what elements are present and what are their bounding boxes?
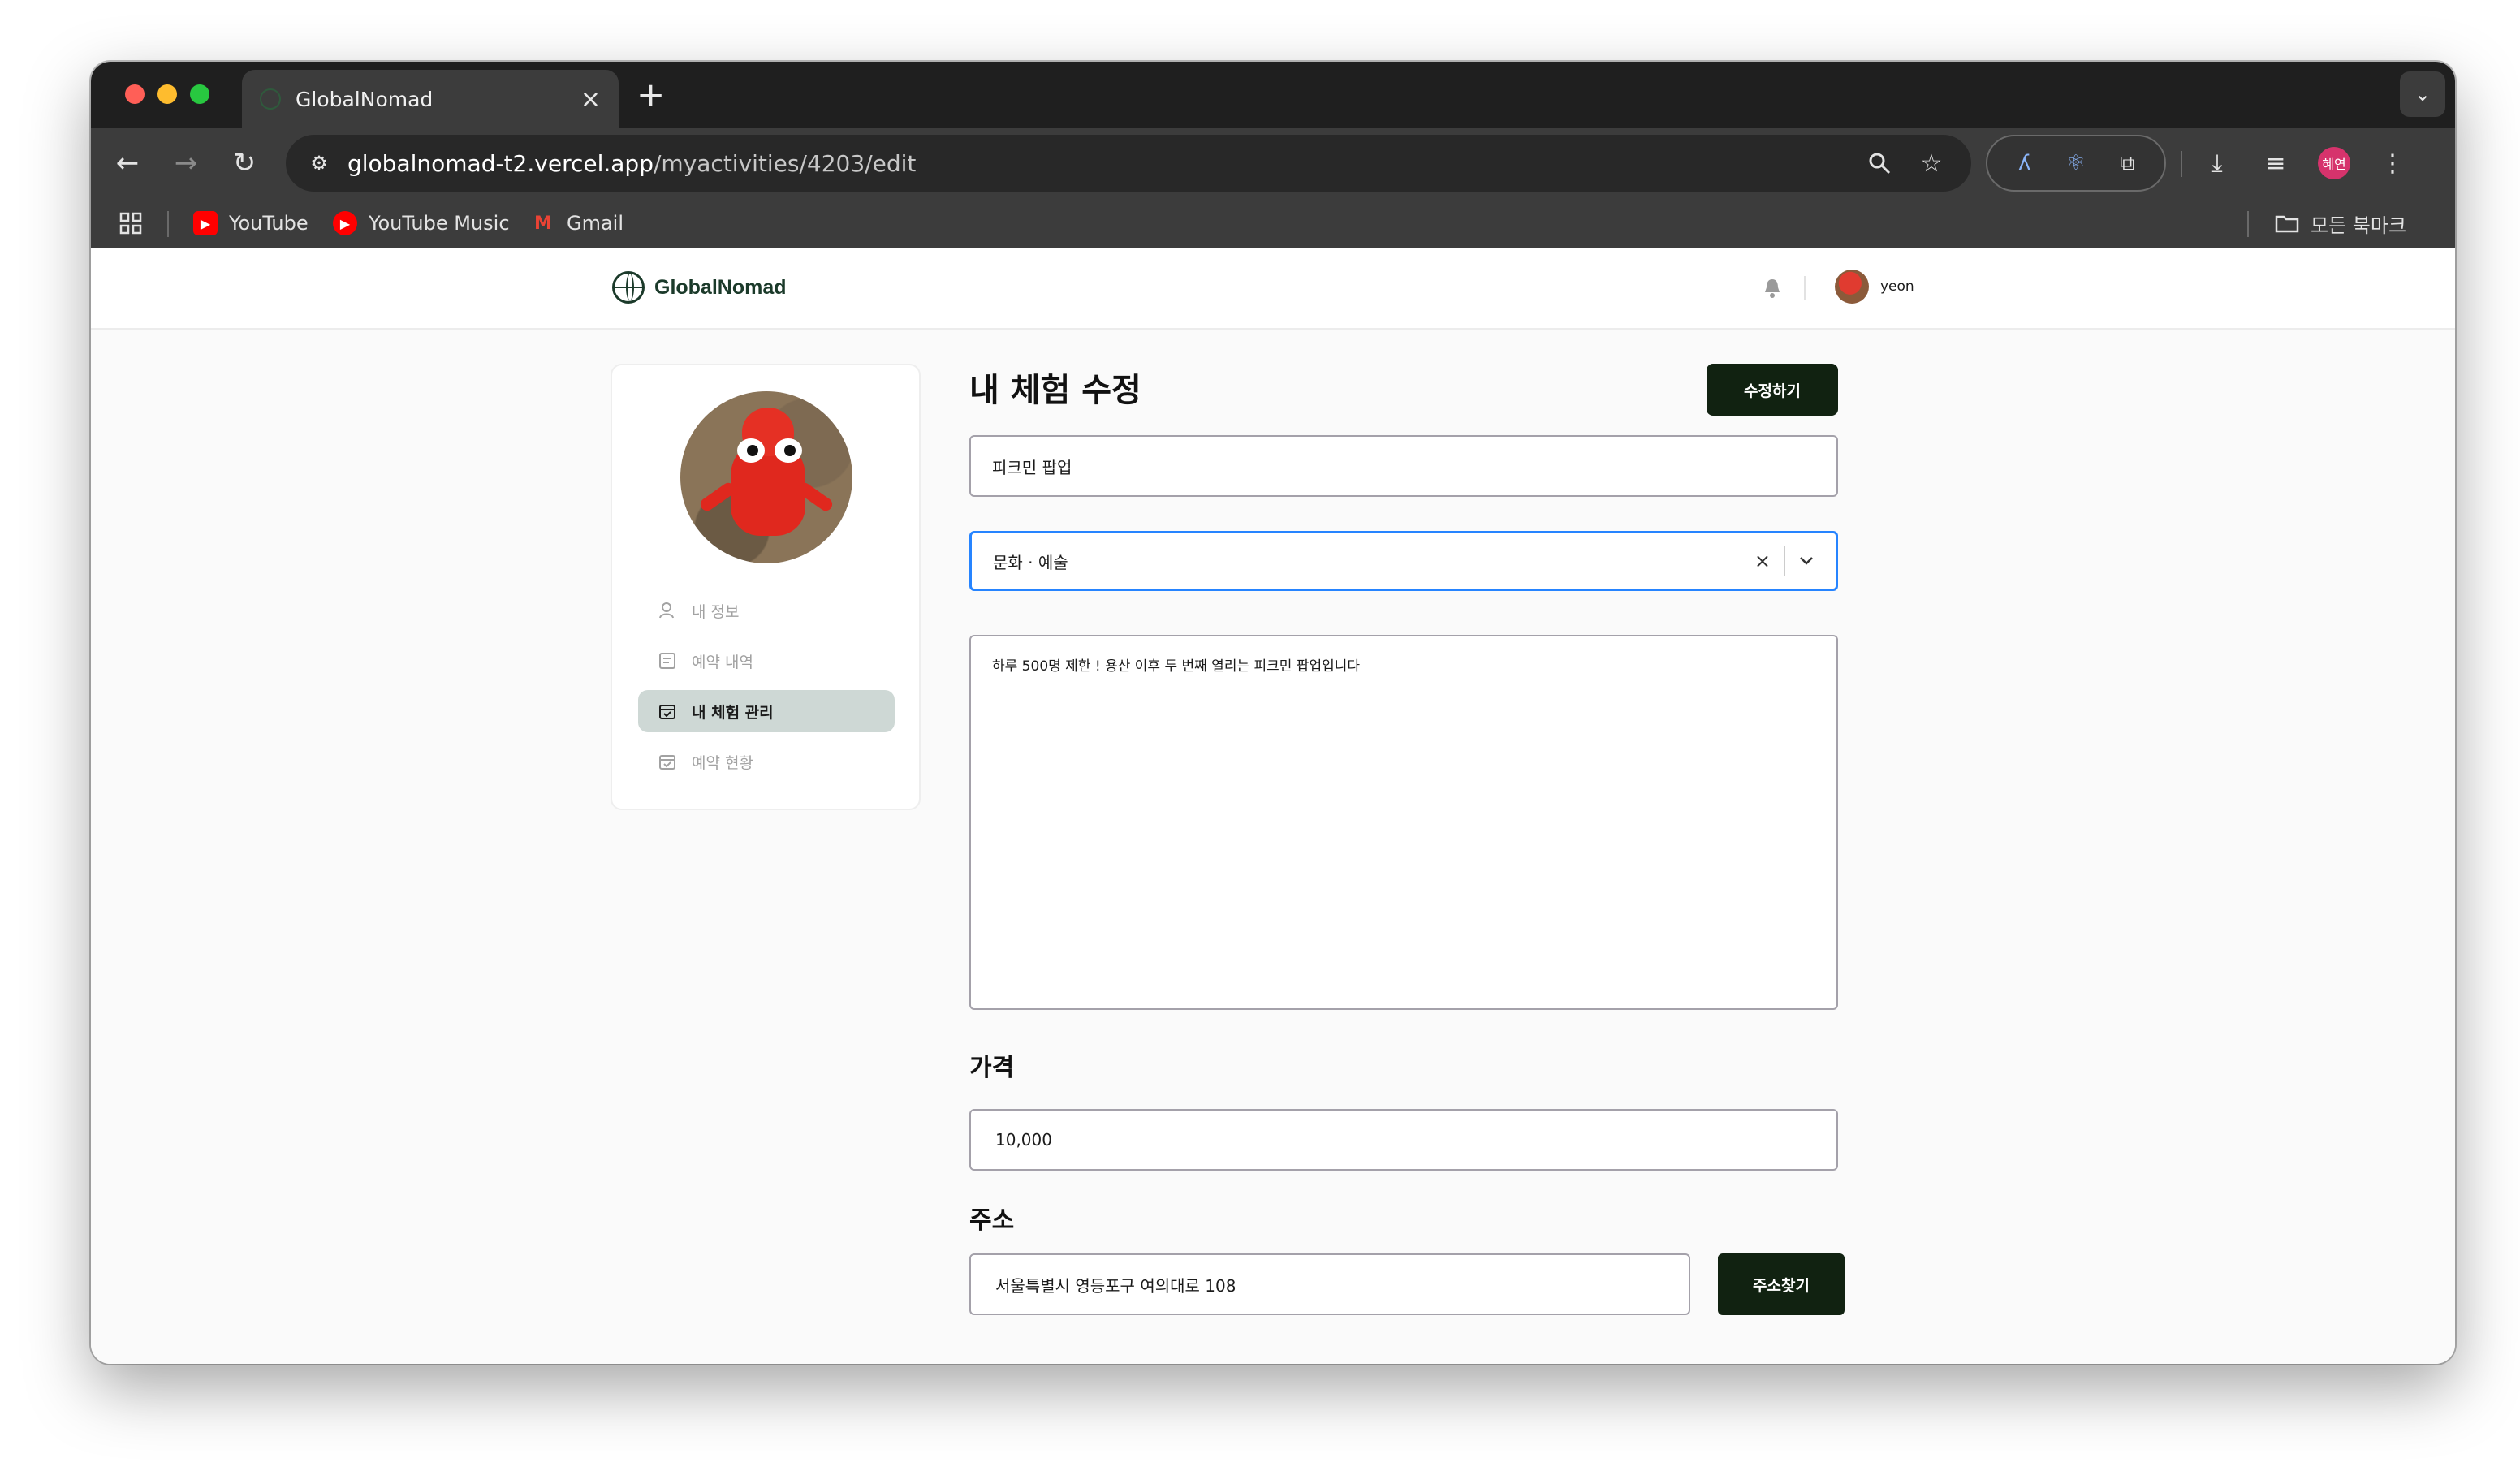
tab-search-button[interactable]: ⌄ [2400, 71, 2445, 117]
bookmark-label: YouTube [229, 212, 309, 235]
reload-icon[interactable]: ↻ [224, 143, 265, 183]
toolbar-divider [2181, 151, 2182, 177]
logo-text: GlobalNomad [654, 275, 787, 299]
maximize-window-button[interactable] [190, 84, 209, 104]
pikmin-eye-left [737, 438, 765, 463]
notification-bell-icon[interactable] [1760, 276, 1784, 300]
bookmark-gmail[interactable]: M Gmail [531, 208, 624, 239]
browser-window: GlobalNomad × + ⌄ ← → ↻ ⚙ globalnomad-t2… [91, 62, 2455, 1364]
url-path: /myactivities/4203/edit [653, 149, 917, 177]
browser-tab[interactable]: GlobalNomad × [242, 70, 619, 128]
chevron-down-icon[interactable] [1798, 551, 1814, 572]
extensions-puzzle-icon[interactable]: ⧉ [2108, 145, 2146, 182]
bookmark-youtube-music[interactable]: ▶ YouTube Music [333, 208, 510, 239]
category-selected-value: 문화 · 예술 [993, 552, 1068, 572]
zoom-icon[interactable] [1859, 143, 1900, 183]
youtube-icon: ▶ [193, 211, 218, 235]
site-logo[interactable]: GlobalNomad [612, 271, 787, 304]
sidebar-item-my-info[interactable]: 내 정보 [638, 589, 895, 632]
select-divider [1784, 546, 1785, 576]
extension-icon[interactable]: ʎ [2006, 145, 2043, 182]
list-icon [658, 651, 677, 671]
all-bookmarks-label: 모든 북마크 [2311, 214, 2407, 237]
activity-title-input[interactable]: 피크민 팝업 [969, 435, 1838, 497]
url-text[interactable]: globalnomad-t2.vercel.app/myactivities/4… [347, 150, 1848, 177]
apps-grid-icon[interactable] [119, 208, 143, 239]
price-input[interactable]: 10,000 [969, 1109, 1838, 1171]
sidebar-item-label: 예약 현황 [692, 753, 753, 772]
user-icon [658, 601, 677, 620]
browser-toolbar: ← → ↻ ⚙ globalnomad-t2.vercel.app/myacti… [91, 128, 2455, 198]
bookmark-star-icon[interactable]: ☆ [1911, 143, 1952, 183]
globe-logo-icon [612, 271, 645, 304]
price-label: 가격 [969, 1054, 1015, 1082]
bookmark-label: Gmail [567, 212, 624, 235]
minimize-window-button[interactable] [158, 84, 177, 104]
user-avatar [1835, 270, 1869, 304]
header-divider [1804, 276, 1806, 300]
bookmark-youtube[interactable]: ▶ YouTube [193, 208, 309, 239]
react-devtools-icon[interactable]: ⚛ [2057, 145, 2095, 182]
folder-icon [2275, 211, 2299, 235]
extensions-group: ʎ ⚛ ⧉ [1986, 135, 2166, 192]
back-icon[interactable]: ← [107, 143, 148, 183]
calendar-check-icon [658, 701, 677, 721]
sidebar-item-reservation-status[interactable]: 예약 현황 [638, 740, 895, 783]
address-search-button[interactable]: 주소찾기 [1718, 1253, 1845, 1315]
page-title: 내 체험 수정 [969, 372, 1141, 409]
profile-sidebar: 내 정보 예약 내역 내 체험 관리 예약 현황 [611, 364, 921, 810]
youtube-music-icon: ▶ [333, 211, 357, 235]
sidebar-item-reservations[interactable]: 예약 내역 [638, 640, 895, 682]
address-label: 주소 [969, 1206, 1015, 1235]
new-tab-button[interactable]: + [636, 75, 665, 115]
url-host: globalnomad-t2.vercel.app [347, 149, 654, 177]
gmail-icon: M [534, 213, 552, 234]
forward-icon[interactable]: → [166, 143, 206, 183]
download-icon[interactable]: ⤓ [2197, 143, 2237, 183]
sidebar-item-label: 예약 내역 [692, 653, 753, 671]
address-bar[interactable]: ⚙ globalnomad-t2.vercel.app/myactivities… [286, 135, 1971, 192]
bookmark-divider [2247, 211, 2249, 237]
profile-avatar: 혜연 [2318, 147, 2350, 179]
pikmin-eye-right [775, 438, 802, 463]
bookmark-divider [167, 211, 169, 237]
all-bookmarks-button[interactable]: 모든 북마크 [2275, 208, 2406, 239]
bookmark-label: YouTube Music [369, 212, 510, 235]
site-settings-icon[interactable]: ⚙ [305, 149, 333, 177]
page-viewport: GlobalNomad yeon 내 정보 예약 내역 내 체험 관리 예약 현… [91, 248, 2455, 1364]
description-textarea[interactable]: 하루 500명 제한 ! 용산 이후 두 번째 열리는 피크민 팝업입니다 [969, 635, 1838, 1010]
bookmarks-bar: ▶ YouTube ▶ YouTube Music M Gmail 모든 북마크 [91, 198, 2455, 248]
tab-strip: GlobalNomad × + ⌄ [91, 62, 2455, 128]
sidebar-item-label: 내 정보 [692, 602, 740, 621]
media-control-icon[interactable]: ≡ [2255, 143, 2296, 183]
category-select[interactable]: 문화 · 예술 × [969, 531, 1838, 591]
user-menu[interactable]: yeon [1835, 270, 1914, 304]
sidebar-item-label: 내 체험 관리 [692, 703, 774, 722]
tab-title: GlobalNomad [296, 87, 434, 111]
profile-image [680, 391, 852, 563]
calendar-icon [658, 752, 677, 771]
submit-edit-button[interactable]: 수정하기 [1707, 364, 1838, 416]
close-window-button[interactable] [125, 84, 145, 104]
user-name: yeon [1880, 278, 1914, 295]
browser-menu-icon[interactable]: ⋮ [2372, 143, 2413, 183]
site-favicon-icon [260, 88, 281, 110]
sidebar-item-my-activities[interactable]: 내 체험 관리 [638, 690, 895, 732]
tab-close-icon[interactable]: × [580, 85, 601, 114]
clear-icon[interactable]: × [1754, 550, 1771, 572]
address-input[interactable]: 서울특별시 영등포구 여의대로 108 [969, 1253, 1690, 1315]
profile-button[interactable]: 혜연 [2314, 143, 2354, 183]
site-header: GlobalNomad yeon [91, 248, 2455, 330]
